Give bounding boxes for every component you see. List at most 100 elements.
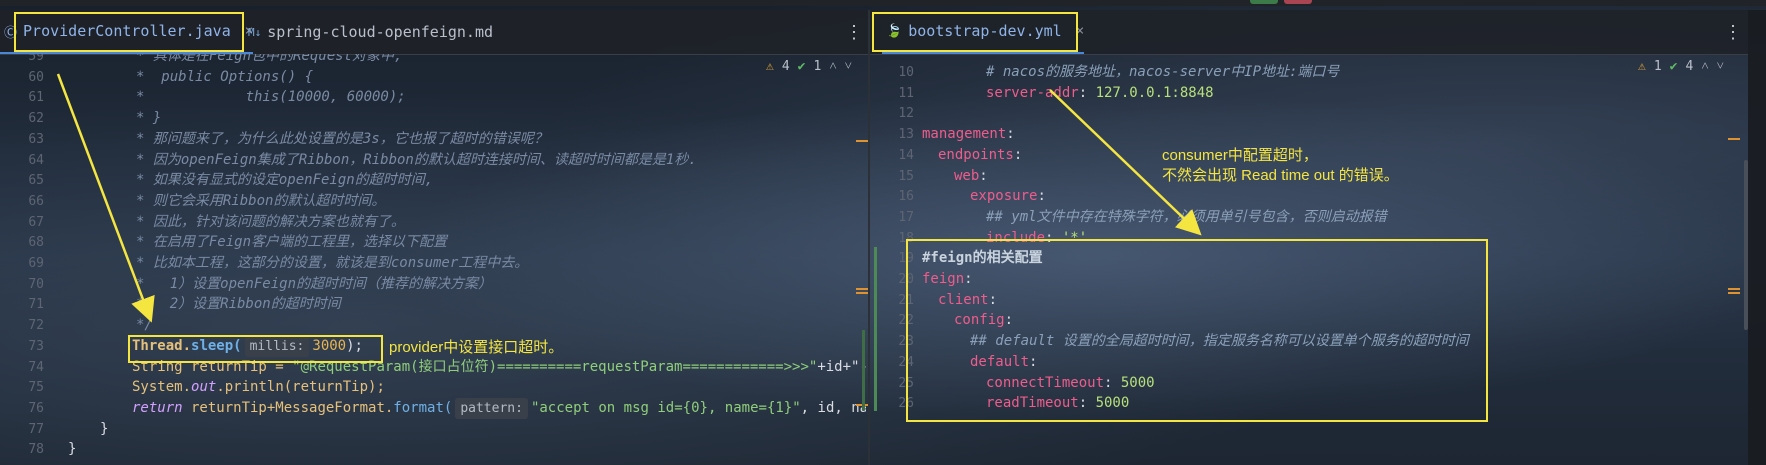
line-number: 15 [898, 168, 914, 184]
args: , id, name); [800, 399, 866, 416]
line-number: 13 [898, 127, 914, 143]
code-text: return returnTip+MessageFormat.format(pa… [132, 397, 866, 419]
line-number: 78 [28, 442, 44, 458]
line-number: 10 [898, 65, 914, 80]
line-number: 16 [898, 189, 914, 205]
code-line[interactable]: 62 * } [0, 108, 860, 129]
comment-text: * 在启用了Feign客户端的工程里，选择以下配置 [136, 234, 447, 251]
line-number: 71 [28, 297, 44, 313]
comment-text: * 那问题来了，为什么此处设置的是3s，它也报了超时的错误呢？ [136, 130, 548, 147]
yaml-line[interactable]: 10 # nacos的服务地址，nacos-server中IP地址:端口号 [870, 62, 1730, 83]
line-number: 73 [28, 338, 44, 354]
line-number: 17 [898, 209, 914, 225]
code-line[interactable]: 60 * public Options() { [0, 67, 860, 88]
line-number: 14 [898, 147, 914, 163]
line-number: 76 [28, 400, 44, 416]
code-text: System.out.println(returnTip); [132, 377, 385, 398]
yaml-comment: ## yml文件中存在特殊字符，必须用单引号包含，否则启动报错 [986, 208, 1387, 225]
line-number: 64 [28, 152, 44, 168]
keyword-return: return [132, 399, 183, 416]
code-line[interactable]: 68 * 在启用了Feign客户端的工程里，选择以下配置 [0, 232, 860, 253]
yaml-key: endpoints [938, 146, 1014, 163]
comment-text: * 2）设置Ribbon的超时时间 [136, 296, 341, 313]
yaml-line[interactable]: 13 management: [870, 124, 1730, 145]
consumer-note-line2: 不然会出现 Read time out 的错误。 [1162, 167, 1399, 184]
method-call: format( [393, 399, 453, 416]
code-line[interactable]: 67 * 因此，针对该问题的解决方案也就有了。 [0, 212, 860, 233]
yaml-comment: # nacos的服务地址，nacos-server中IP地址:端口号 [986, 64, 1340, 80]
code-line[interactable]: 63 * 那问题来了，为什么此处设置的是3s，它也报了超时的错误呢？ [0, 129, 860, 150]
line-number: 70 [28, 276, 44, 292]
comment-text: * 比如本工程，这部分的设置，就该是到consumer工程中去。 [136, 255, 529, 271]
tab-label: spring-cloud-openfeign.md [267, 23, 494, 41]
code-line[interactable]: 66 * 则它会采用Ribbon的默认超时时间。 [0, 191, 860, 212]
change-marker [1728, 288, 1740, 290]
code-text: } [68, 439, 76, 460]
yaml-key: management [922, 126, 1007, 143]
provider-note: provider中设置接口超时。 [389, 339, 564, 356]
line-number: 72 [28, 318, 44, 334]
colon: : [1078, 84, 1096, 101]
code-line[interactable]: 75 System.out.println(returnTip); [0, 377, 860, 398]
line-number: 59 [28, 54, 44, 64]
comment-text: * } [136, 110, 162, 127]
right-tool-strip [1748, 10, 1766, 465]
green-indicator [1250, 0, 1278, 4]
comment-text: * 因为openFeign集成了Ribbon，Ribbon的默认超时连接时间、读… [136, 151, 697, 168]
line-number: 11 [898, 85, 914, 101]
code-line[interactable]: 78} [0, 439, 860, 460]
yaml-line[interactable]: 16 exposure: [870, 186, 1730, 207]
yaml-line[interactable]: 12 [870, 103, 1730, 124]
markdown-icon: M↓ [248, 25, 262, 39]
code-line[interactable]: 70 * 1）设置openFeign的超时时间（推荐的解决方案） [0, 274, 860, 295]
comment-text: * 具体是在Feign包中的Request对象中, [136, 54, 403, 64]
code-line[interactable]: 61 * this(10000, 60000); [0, 87, 860, 108]
class-ref: System. [132, 379, 192, 396]
red-indicator [1284, 0, 1312, 4]
line-number: 63 [28, 131, 44, 147]
more-options-icon[interactable]: ⋮ [1724, 10, 1742, 54]
brace: } [100, 420, 109, 437]
expr: returnTip+MessageFormat. [182, 399, 394, 416]
yaml-key: server-addr [986, 84, 1079, 101]
code-line[interactable]: 69 * 比如本工程，这部分的设置，就该是到consumer工程中去。 [0, 253, 860, 274]
yaml-text: exposure: [970, 186, 1046, 207]
string-literal: "accept on msg id={0}, name={1}" [530, 399, 801, 416]
colon: : [1013, 146, 1023, 163]
yaml-line[interactable]: 17 ## yml文件中存在特殊字符，必须用单引号包含，否则启动报错 [870, 207, 1730, 228]
more-options-icon[interactable]: ⋮ [845, 10, 863, 54]
code-line[interactable]: 72 */ [0, 315, 860, 336]
colon: : [1037, 188, 1046, 205]
method-call: .println(returnTip); [216, 379, 385, 396]
comment-text: * 1）设置openFeign的超时时间（推荐的解决方案） [136, 275, 493, 292]
code-line[interactable]: 76 return returnTip+MessageFormat.format(… [0, 397, 866, 419]
code-line[interactable]: 71 * 2）设置Ribbon的超时时间 [0, 294, 860, 315]
code-line[interactable]: 65 * 如果没有显式的设定openFeign的超时时间, [0, 170, 860, 191]
param-hint: pattern: [455, 397, 528, 419]
yaml-value: 127.0.0.1:8848 [1095, 84, 1214, 101]
code-line[interactable]: 64 * 因为openFeign集成了Ribbon，Ribbon的默认超时连接时间… [0, 150, 860, 171]
scrollbar[interactable] [1744, 160, 1748, 330]
comment-text: * 则它会采用Ribbon的默认超时时间。 [136, 192, 386, 209]
yaml-key: web [954, 167, 980, 184]
highlight-box-sleep [128, 335, 383, 363]
yaml-text: server-addr: 127.0.0.1:8848 [986, 83, 1214, 104]
code-line[interactable]: 59 * 具体是在Feign包中的Request对象中, [0, 54, 860, 67]
change-marker [1728, 138, 1740, 140]
code-line[interactable]: 77} [0, 419, 860, 440]
line-number: 62 [28, 111, 44, 127]
colon: : [1006, 126, 1015, 143]
yaml-line[interactable]: 11 server-addr: 127.0.0.1:8848 [870, 83, 1730, 104]
vcs-added-bar [862, 330, 865, 410]
colon: : [979, 167, 988, 184]
left-editor-pane[interactable]: 59 * 具体是在Feign包中的Request对象中, 60 * public Op… [0, 54, 866, 465]
line-number: 66 [28, 193, 44, 209]
highlight-box-feign-config [906, 239, 1488, 422]
consumer-note-line1: consumer中配置超时， [1162, 147, 1318, 164]
line-number: 74 [28, 359, 44, 375]
comment-text: * 如果没有显式的设定openFeign的超时时间, [136, 172, 434, 189]
yaml-text: endpoints: [938, 145, 1022, 166]
brace: } [68, 441, 77, 458]
comment-text: */ [136, 317, 153, 334]
tab-openfeign-md[interactable]: M↓ spring-cloud-openfeign.md [248, 10, 493, 54]
